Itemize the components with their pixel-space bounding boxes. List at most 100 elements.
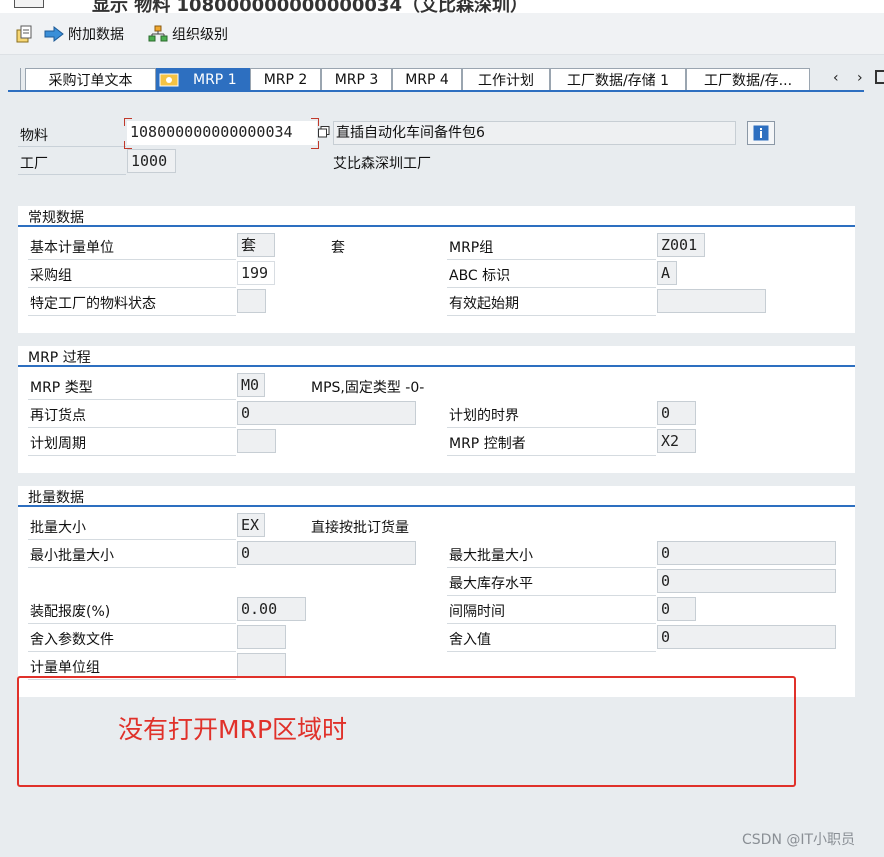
lot-size-label: 批量大小	[30, 520, 86, 536]
watermark: CSDN @IT小职员	[742, 832, 856, 848]
base-uom-description: 套	[331, 240, 345, 256]
abc-indicator-field[interactable]: A	[657, 261, 677, 285]
valid-from-field[interactable]	[657, 289, 766, 313]
mrp-type-field[interactable]: M0	[237, 373, 265, 397]
plant-field[interactable]: 1000	[127, 149, 176, 173]
label-line	[28, 259, 236, 260]
takt-time-field[interactable]: 0	[657, 597, 696, 621]
material-field[interactable]: 108000000000000034	[127, 121, 317, 145]
window-title: 显示 物料 108000000000000034（艾比森深圳）	[92, 0, 528, 13]
copy-icon-svg	[318, 126, 330, 138]
purchasing-group-label: 采购组	[30, 268, 72, 284]
tab-scroll-right-icon[interactable]: ›	[857, 70, 863, 86]
display-change-icon	[16, 25, 32, 43]
mrp-group-field[interactable]: Z001	[657, 233, 705, 257]
tab-work-scheduling[interactable]: 工作计划	[462, 68, 550, 90]
rounding-value-label: 舍入值	[449, 632, 491, 648]
focus-corner	[311, 118, 319, 126]
arrow-right-icon	[44, 26, 64, 42]
label-line	[447, 259, 656, 260]
additional-data-label: 附加数据	[68, 27, 124, 43]
lot-size-title: 批量数据	[28, 490, 84, 506]
rounding-value-field[interactable]: 0	[657, 625, 836, 649]
label-line	[28, 455, 236, 456]
label-line	[447, 567, 656, 568]
mrp-controller-label: MRP 控制者	[449, 436, 526, 452]
mrp-procedure-panel: MRP 过程	[18, 346, 855, 473]
lot-size-field[interactable]: EX	[237, 513, 265, 537]
label-line	[447, 427, 656, 428]
valid-from-label: 有效起始期	[449, 296, 519, 312]
material-description: 直插自动化车间备件包6	[333, 121, 736, 145]
tab-plant-data-storage-1[interactable]: 工厂数据/存储 1	[550, 68, 686, 90]
label-line	[447, 455, 656, 456]
mrp-procedure-title: MRP 过程	[28, 350, 91, 366]
tab-mrp-2[interactable]: MRP 2	[250, 68, 321, 90]
display-change-button[interactable]	[15, 23, 35, 45]
plant-label: 工厂	[20, 156, 48, 172]
material-label: 物料	[20, 128, 48, 144]
label-line	[28, 651, 236, 652]
reorder-point-field[interactable]: 0	[237, 401, 416, 425]
info-icon	[753, 125, 769, 141]
plant-description: 艾比森深圳工厂	[333, 156, 431, 172]
label-line	[28, 539, 236, 540]
max-stock-level-field[interactable]: 0	[657, 569, 836, 593]
rounding-profile-field[interactable]	[237, 625, 286, 649]
material-label-line	[18, 146, 126, 147]
tab-mrp-1[interactable]: MRP 1	[156, 68, 250, 90]
mrp-type-description: MPS,固定类型 -0-	[311, 380, 425, 396]
tab-mrp-1-label: MRP 1	[193, 71, 237, 88]
label-line	[28, 399, 236, 400]
org-structure-icon	[148, 25, 168, 42]
general-data-title: 常规数据	[28, 210, 84, 226]
focus-corner	[124, 141, 132, 149]
tab-strip: 采购订单文本 MRP 1 MRP 2 MRP 3 MRP 4 工作计划 工厂数据…	[0, 56, 884, 92]
org-levels-label: 组织级别	[172, 27, 228, 43]
tab-active-icon	[159, 73, 179, 86]
base-uom-field[interactable]: 套	[237, 233, 275, 257]
rounding-profile-label: 舍入参数文件	[30, 632, 114, 648]
tab-scroll-left-icon[interactable]: ‹	[833, 70, 839, 86]
annotation-text: 没有打开MRP区域时	[118, 715, 348, 744]
mrp-type-label: MRP 类型	[30, 380, 93, 396]
label-line	[447, 315, 656, 316]
focus-corner	[311, 141, 319, 149]
label-line	[447, 623, 656, 624]
tab-mrp-3[interactable]: MRP 3	[321, 68, 392, 90]
tab-list-icon[interactable]	[875, 70, 884, 84]
info-button[interactable]	[747, 121, 775, 145]
panel-rule	[18, 365, 855, 367]
planning-time-fence-label: 计划的时界	[449, 408, 519, 424]
label-line	[28, 567, 236, 568]
max-lot-size-field[interactable]: 0	[657, 541, 836, 565]
uom-group-field[interactable]	[237, 653, 286, 677]
assembly-scrap-field[interactable]: 0.00	[237, 597, 306, 621]
planning-time-fence-field[interactable]: 0	[657, 401, 696, 425]
purchasing-group-field[interactable]: 199	[237, 261, 275, 285]
mrp-group-label: MRP组	[449, 240, 494, 256]
focus-corner	[124, 118, 132, 126]
title-icon	[14, 0, 44, 8]
label-line	[447, 595, 656, 596]
label-line	[28, 427, 236, 428]
max-lot-size-label: 最大批量大小	[449, 548, 533, 564]
tab-purchase-order-text[interactable]: 采购订单文本	[25, 68, 156, 90]
tab-plant-data-storage-2[interactable]: 工厂数据/存...	[686, 68, 810, 90]
label-line	[28, 287, 236, 288]
assembly-scrap-label: 装配报废(%)	[30, 604, 111, 620]
panel-rule	[18, 505, 855, 507]
application-toolbar: 附加数据 组织级别	[0, 13, 884, 55]
plant-material-status-field[interactable]	[237, 289, 266, 313]
label-line	[447, 287, 656, 288]
mrp-controller-field[interactable]: X2	[657, 429, 696, 453]
max-stock-level-label: 最大库存水平	[449, 576, 533, 592]
planning-cycle-field[interactable]	[237, 429, 276, 453]
tab-mrp-4[interactable]: MRP 4	[392, 68, 462, 90]
min-lot-size-field[interactable]: 0	[237, 541, 416, 565]
additional-data-button[interactable]: 附加数据	[44, 23, 124, 45]
org-levels-button[interactable]: 组织级别	[148, 23, 228, 45]
copy-icon[interactable]	[318, 126, 330, 138]
lot-size-description: 直接按批订货量	[311, 520, 409, 536]
min-lot-size-label: 最小批量大小	[30, 548, 114, 564]
